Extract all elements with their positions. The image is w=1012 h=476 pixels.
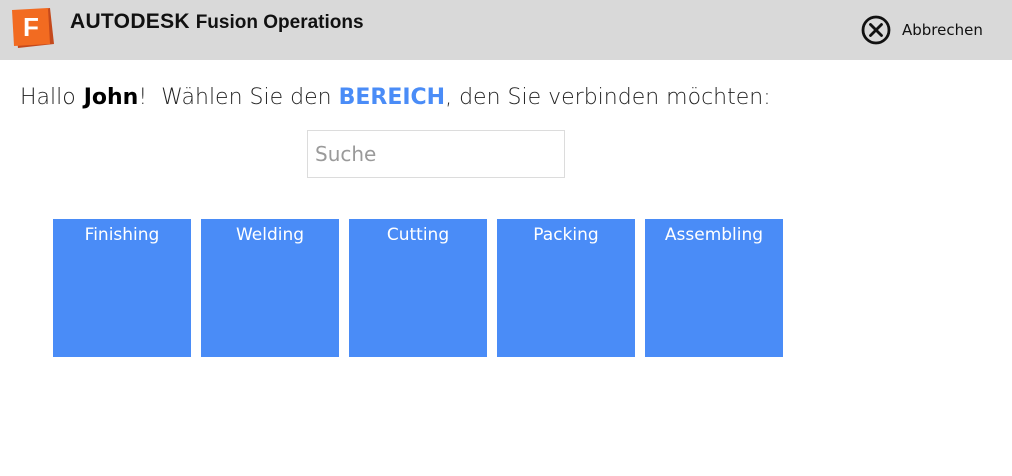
app-header: F AUTODESK Fusion Operations Abbrechen [0, 0, 1012, 60]
logo-letter: F [23, 12, 39, 42]
fusion-logo-icon: F [12, 8, 54, 48]
user-name: John [83, 85, 139, 110]
area-tile-finishing[interactable]: Finishing [53, 219, 191, 357]
greeting-line: Hallo John! Wählen Sie den BEREICH, den Si… [20, 85, 771, 110]
greeting-exclamation: ! [138, 85, 148, 110]
app-title: AUTODESK Fusion Operations [70, 10, 364, 34]
area-tile-packing[interactable]: Packing [497, 219, 635, 357]
prompt-text: Wählen Sie den [161, 85, 332, 110]
area-keyword: BEREICH [338, 85, 446, 110]
brand-name: AUTODESK [70, 10, 190, 33]
cancel-label: Abbrechen [902, 21, 983, 39]
cancel-button[interactable]: Abbrechen [860, 14, 983, 46]
area-tile-welding[interactable]: Welding [201, 219, 339, 357]
close-circle-icon [861, 15, 891, 45]
area-tiles: Finishing Welding Cutting Packing Assemb… [53, 219, 783, 357]
greeting-hello: Hallo [20, 85, 76, 110]
search-input[interactable] [307, 130, 565, 178]
area-tile-cutting[interactable]: Cutting [349, 219, 487, 357]
area-tile-assembling[interactable]: Assembling [645, 219, 783, 357]
prompt-text-end: , den Sie verbinden möchten: [445, 85, 771, 110]
product-name: Fusion Operations [195, 12, 364, 33]
